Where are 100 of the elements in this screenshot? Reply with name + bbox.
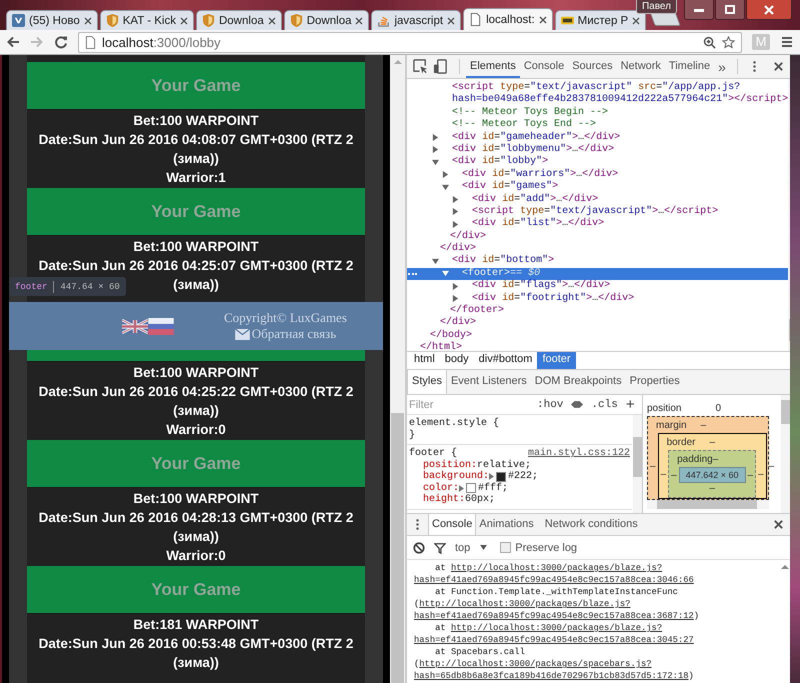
scrollbar[interactable] xyxy=(390,55,405,683)
devtools-tab[interactable]: Elements xyxy=(466,55,520,78)
link[interactable]: http://localhost:3000/packages/blaze.js? xyxy=(419,599,630,609)
browser-tab[interactable]: Мистер Р xyxy=(554,10,646,30)
styles-tab[interactable]: Styles xyxy=(407,370,447,394)
drawer-tab[interactable]: Network conditions xyxy=(542,514,646,535)
disclosure-triangle-icon[interactable] xyxy=(442,184,449,191)
kebab-menu-icon[interactable] xyxy=(415,517,420,532)
dom-node-line[interactable]: <!-- Meteor Toys Begin --> xyxy=(407,106,788,120)
close-icon[interactable] xyxy=(773,61,784,72)
devtools-tab[interactable]: Sources xyxy=(568,55,617,78)
back-icon[interactable] xyxy=(6,35,20,49)
browser-tab[interactable]: KAT - Kick xyxy=(100,10,194,30)
close-icon[interactable] xyxy=(355,16,364,24)
browser-tab[interactable]: (55) Ново xyxy=(6,10,98,30)
address-bar[interactable]: localhost:3000/lobby xyxy=(78,32,742,52)
dots-icon[interactable] xyxy=(408,272,417,275)
dom-node-line[interactable]: <div id="games"> xyxy=(407,181,788,194)
reload-icon[interactable] xyxy=(54,35,68,49)
styles-tab[interactable]: DOM Breakpoints xyxy=(530,370,626,394)
scroll-thumb[interactable] xyxy=(657,500,757,509)
add-rule-button[interactable]: + xyxy=(626,396,635,413)
dom-node-line[interactable]: <div id="lobby"> xyxy=(407,156,788,169)
scroll-thumb[interactable] xyxy=(391,413,404,683)
minimize-button[interactable] xyxy=(684,0,714,20)
disclosure-triangle-icon[interactable] xyxy=(452,220,459,228)
disclosure-triangle-icon[interactable] xyxy=(452,196,459,204)
star-icon[interactable] xyxy=(722,36,735,48)
expand-triangle-icon[interactable] xyxy=(489,473,494,480)
close-icon[interactable] xyxy=(180,16,188,24)
disclosure-triangle-icon[interactable] xyxy=(432,146,439,154)
profile-button[interactable]: Павел xyxy=(636,0,677,14)
expand-triangle-icon[interactable] xyxy=(459,484,464,492)
scroll-thumb[interactable] xyxy=(781,400,790,424)
dom-node-line[interactable]: <script type="text/javascript">…</script> xyxy=(407,206,788,218)
styles-tab[interactable]: Event Listeners xyxy=(446,370,531,394)
dom-node-line[interactable]: <div id="lobbymenu">…</div> xyxy=(407,144,788,156)
breadcrumb[interactable]: footer xyxy=(537,352,576,369)
source-link[interactable]: main.styl.css:122 xyxy=(528,448,630,460)
dom-node-line[interactable]: <div id="add">…</div> xyxy=(407,194,788,206)
disclosure-triangle-icon[interactable] xyxy=(452,208,459,216)
scroll-up-icon[interactable] xyxy=(781,564,789,570)
zoom-icon[interactable] xyxy=(703,36,716,48)
link[interactable]: http://localhost:3000/packages/blaze.js? xyxy=(450,563,662,573)
devtools-tab[interactable]: Timeline xyxy=(664,55,714,78)
clear-icon[interactable] xyxy=(413,542,425,554)
close-icon[interactable] xyxy=(773,519,784,530)
close-icon[interactable] xyxy=(84,16,92,24)
class-button[interactable]: .cls xyxy=(591,398,618,410)
disclosure-triangle-icon[interactable] xyxy=(442,171,449,178)
dom-node-line[interactable]: <div id="warriors">…</div> xyxy=(407,168,788,182)
filter-icon[interactable] xyxy=(434,542,446,554)
drawer-tab[interactable]: Animations xyxy=(476,514,542,535)
more-tabs-button[interactable]: » xyxy=(714,58,730,74)
close-button[interactable] xyxy=(746,0,792,20)
scrollbar[interactable] xyxy=(647,500,769,509)
disclosure-triangle-icon[interactable] xyxy=(442,270,449,278)
game-button[interactable] xyxy=(27,350,365,362)
disclosure-triangle-icon[interactable] xyxy=(432,158,439,166)
dom-node-line[interactable]: <div id="footright">…</div> xyxy=(407,292,788,306)
color-format-icon[interactable] xyxy=(571,400,584,409)
close-icon[interactable] xyxy=(632,16,640,24)
kebab-menu-icon[interactable] xyxy=(752,59,757,74)
dom-node-line[interactable]: <div id="bottom"> xyxy=(407,255,788,268)
disclosure-triangle-icon[interactable] xyxy=(452,295,459,302)
hover-state-button[interactable]: :hov xyxy=(537,398,564,410)
breadcrumb[interactable]: body xyxy=(440,352,474,369)
dom-node-line[interactable]: <div id="flags">…</div> xyxy=(407,280,788,293)
link[interactable]: http://localhost:3000/packages/blaze.js? xyxy=(450,623,662,633)
scroll-thumb[interactable] xyxy=(633,437,642,477)
dom-node-line[interactable]: <script type="text/javascript" src="/app/app.js? xyxy=(407,82,788,94)
device-icon[interactable] xyxy=(433,59,448,74)
dom-node-line[interactable]: hash=be049a68effe4b283781009412d222a577964c21"></script> xyxy=(407,94,788,107)
browser-tab[interactable]: javascript xyxy=(371,10,462,30)
inspect-icon[interactable] xyxy=(413,59,428,74)
context-selector[interactable]: top xyxy=(455,542,488,554)
devtools-tab[interactable]: Console xyxy=(520,55,568,78)
disclosure-triangle-icon[interactable] xyxy=(432,134,439,142)
browser-tab[interactable]: localhost: xyxy=(463,8,553,30)
maximize-button[interactable] xyxy=(715,0,745,20)
styles-tab[interactable]: Properties xyxy=(626,370,684,394)
close-icon[interactable] xyxy=(538,16,547,24)
color-swatch[interactable] xyxy=(466,483,476,494)
disclosure-triangle-icon[interactable] xyxy=(452,282,459,290)
disclosure-triangle-icon[interactable] xyxy=(432,258,439,265)
link[interactable]: hash=ef41aed769a8945fc99ac4954e8c9ec157a88cea:3045:27 xyxy=(414,635,694,645)
breadcrumb[interactable]: html xyxy=(409,352,440,369)
scrollbar[interactable] xyxy=(781,395,790,513)
devtools-tab[interactable]: Network xyxy=(616,55,665,78)
flag-icon[interactable] xyxy=(122,318,148,334)
dom-node-line[interactable]: <div id="gameheader">…</div> xyxy=(407,132,788,144)
breadcrumb[interactable]: div#bottom xyxy=(474,352,538,369)
dom-node-line[interactable]: <div id="list">…</div> xyxy=(407,218,788,231)
dom-node-line[interactable]: <!-- Meteor Toys End --> xyxy=(407,119,788,132)
color-swatch[interactable] xyxy=(496,472,506,482)
menu-icon[interactable] xyxy=(780,35,794,49)
browser-tab[interactable]: Downloa xyxy=(196,10,282,30)
link[interactable]: http://localhost:3000/packages/spacebars.js? xyxy=(419,659,652,669)
close-icon[interactable] xyxy=(268,16,276,24)
browser-tab[interactable]: Downloa xyxy=(284,10,370,30)
